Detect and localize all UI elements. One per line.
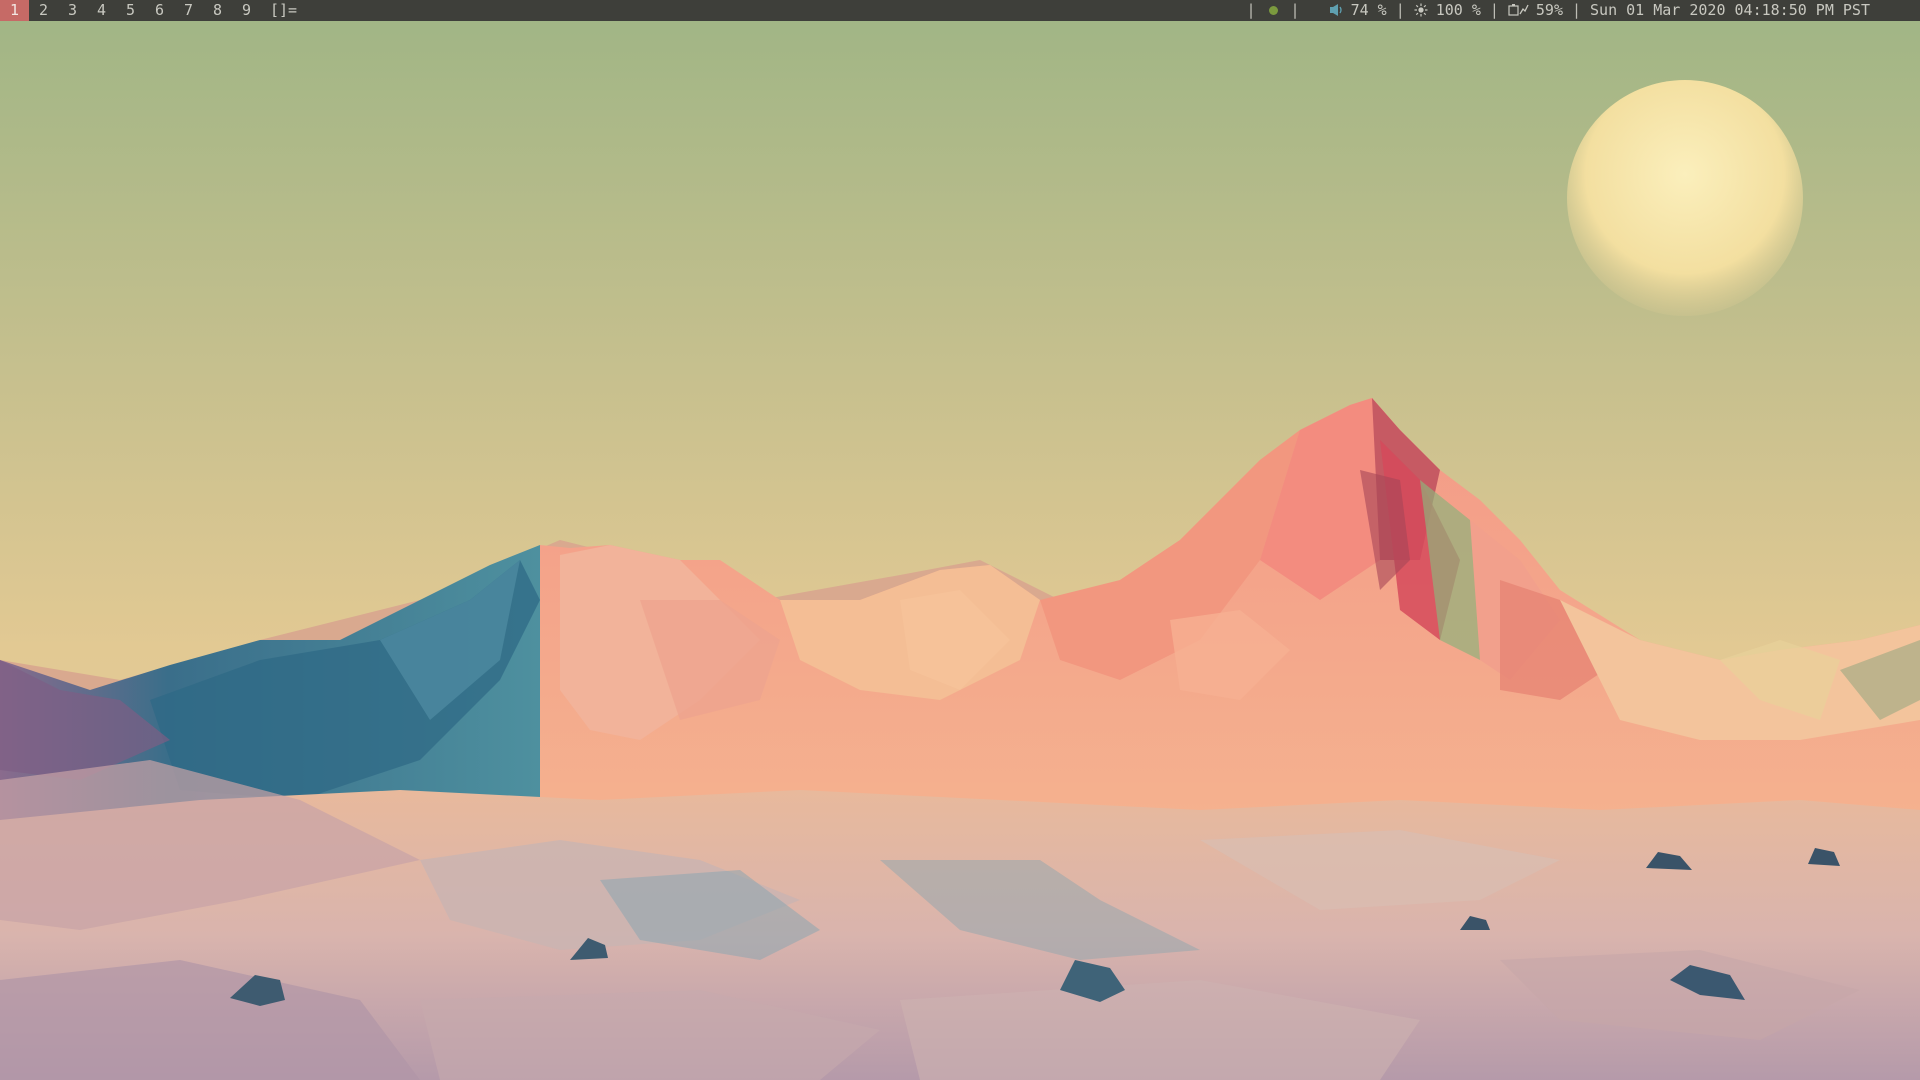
- tag-9[interactable]: 9: [232, 0, 261, 21]
- separator: |: [1246, 1, 1256, 19]
- sun-icon: [1414, 0, 1430, 21]
- tag-6[interactable]: 6: [145, 0, 174, 21]
- tag-2[interactable]: 2: [29, 0, 58, 21]
- layout-indicator[interactable]: []=: [261, 0, 297, 21]
- workspace-tags: 1 2 3 4 5 6 7 8 9 []=: [0, 0, 297, 21]
- tag-8[interactable]: 8: [203, 0, 232, 21]
- speaker-icon: [1329, 0, 1345, 21]
- tag-5[interactable]: 5: [116, 0, 145, 21]
- tag-3[interactable]: 3: [58, 0, 87, 21]
- brightness-level: 100 %: [1435, 1, 1481, 19]
- battery-charging-icon: [1508, 0, 1530, 21]
- separator: |: [1290, 1, 1300, 19]
- tag-4[interactable]: 4: [87, 0, 116, 21]
- status-area: | | 74 % | 100 % | 59% | Sun 01 Mar 2020…: [1238, 0, 1871, 21]
- clock: Sun 01 Mar 2020 04:18:50 PM PST: [1590, 1, 1870, 19]
- network-status-dot-icon: [1268, 6, 1278, 15]
- tag-1[interactable]: 1: [0, 0, 29, 21]
- volume-level: 74 %: [1350, 1, 1387, 19]
- status-bar: 1 2 3 4 5 6 7 8 9 []= | | 74 % | 100 % |…: [0, 0, 1920, 21]
- desktop: 1 2 3 4 5 6 7 8 9 []= | | 74 % | 100 % |…: [0, 0, 1920, 1080]
- tag-7[interactable]: 7: [174, 0, 203, 21]
- battery-level: 59%: [1535, 1, 1563, 19]
- separator: |: [1489, 1, 1499, 19]
- separator: |: [1572, 1, 1582, 19]
- wallpaper-low-poly-mountains: [0, 0, 1920, 1080]
- separator: |: [1395, 1, 1405, 19]
